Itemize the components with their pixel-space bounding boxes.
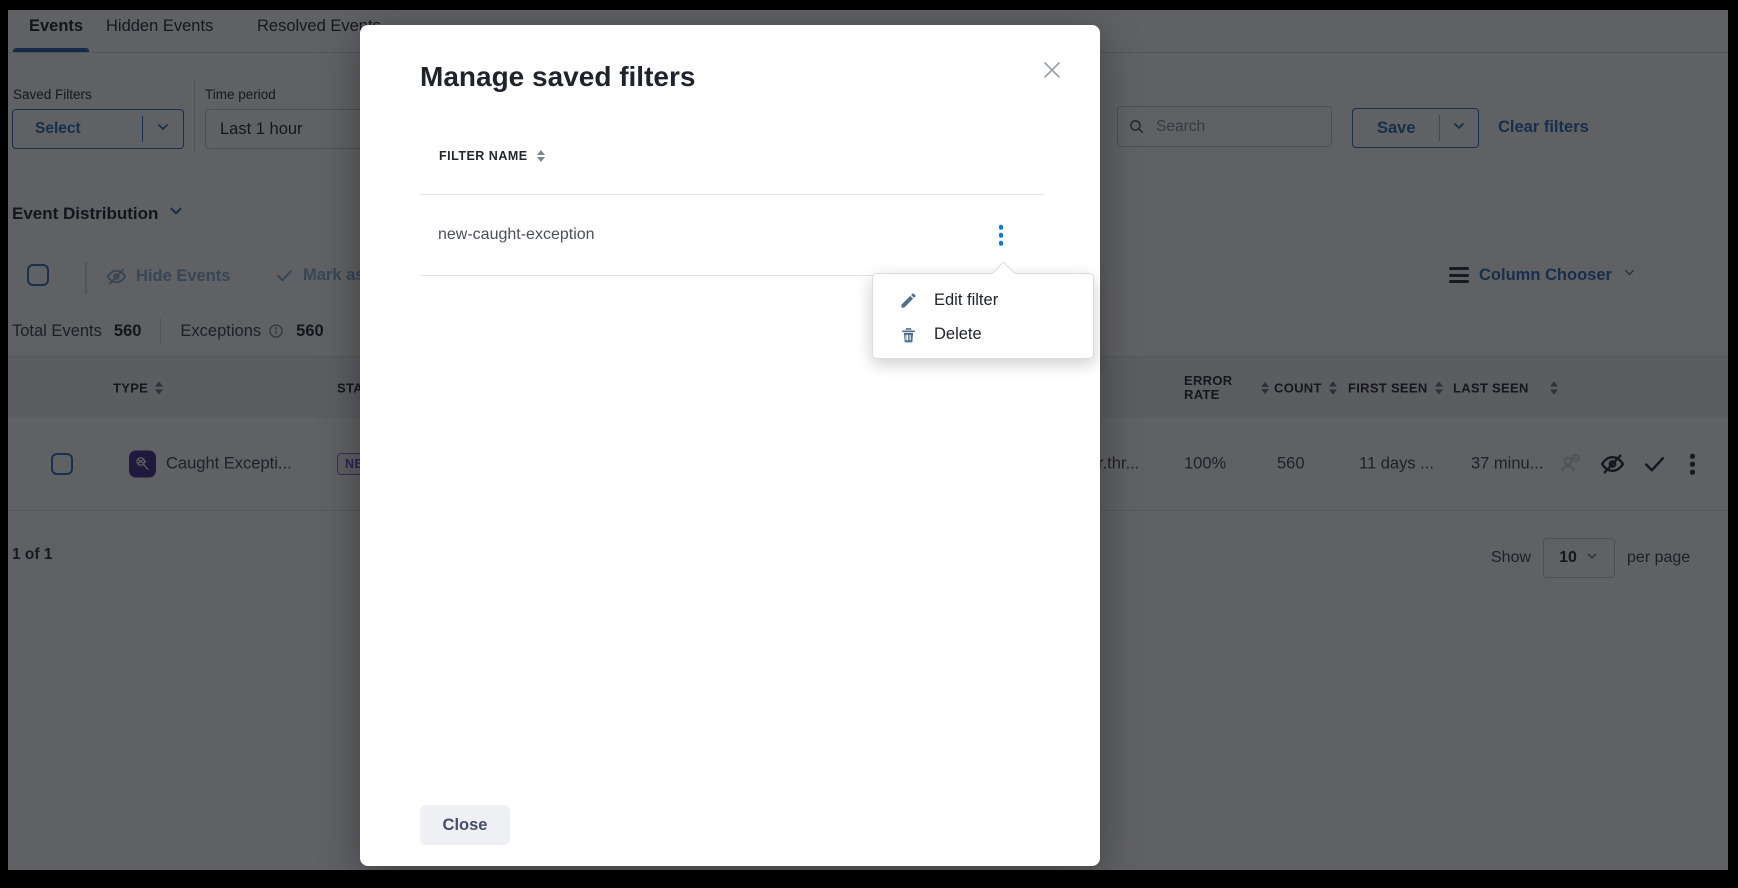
delete-filter-label: Delete bbox=[934, 325, 982, 344]
edit-filter-label: Edit filter bbox=[934, 291, 998, 310]
saved-filters-list: new-caught-exception bbox=[420, 194, 1044, 276]
filter-name-header-label: FILTER NAME bbox=[439, 149, 528, 163]
sort-icon bbox=[537, 150, 545, 163]
filter-context-menu: Edit filter Delete bbox=[872, 273, 1094, 359]
filter-menu-kebab-icon[interactable] bbox=[996, 222, 1007, 249]
saved-filter-name: new-caught-exception bbox=[438, 226, 595, 244]
modal-close-button[interactable]: Close bbox=[420, 805, 510, 845]
edit-filter-menu-item[interactable]: Edit filter bbox=[873, 283, 1093, 317]
trash-icon bbox=[899, 325, 918, 344]
modal-title: Manage saved filters bbox=[420, 61, 695, 93]
pencil-icon bbox=[899, 291, 918, 310]
close-icon[interactable] bbox=[1040, 58, 1064, 82]
filter-name-header[interactable]: FILTER NAME bbox=[439, 149, 545, 163]
delete-filter-menu-item[interactable]: Delete bbox=[873, 317, 1093, 351]
manage-saved-filters-modal: Manage saved filters FILTER NAME new-cau… bbox=[360, 25, 1100, 866]
app-window: Events Hidden Events Resolved Events Sav… bbox=[8, 10, 1728, 870]
